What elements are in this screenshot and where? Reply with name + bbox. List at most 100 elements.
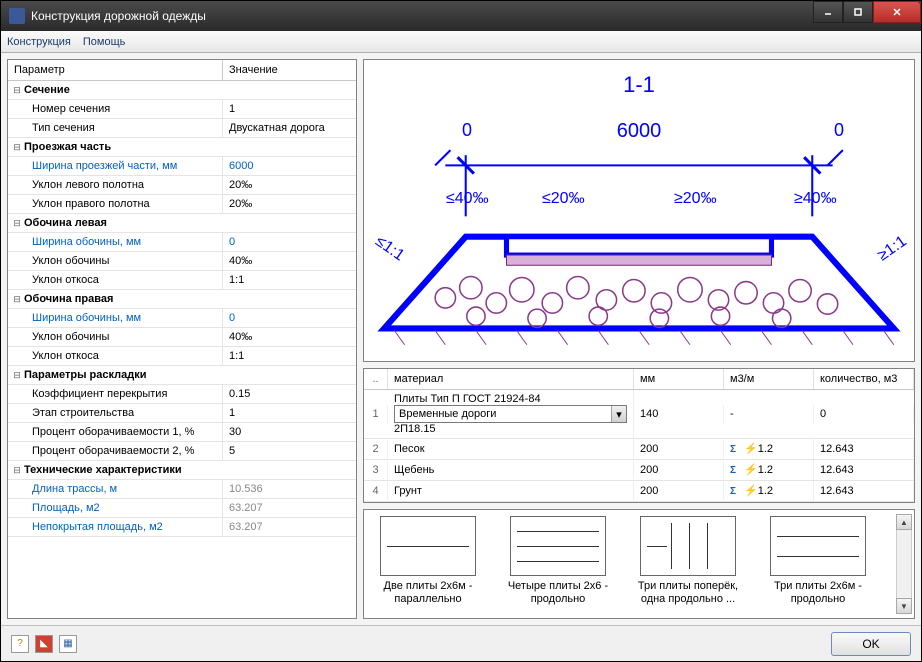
param-value[interactable]: 6000: [223, 157, 356, 175]
param-row[interactable]: Ширина обочины, мм0: [8, 309, 356, 328]
m3m-value[interactable]: Σ⚡1.2: [724, 481, 814, 501]
template-thumb: [380, 516, 476, 576]
param-value[interactable]: 30: [223, 423, 356, 441]
group-label: Обочина левая: [22, 214, 109, 232]
material-dropdown[interactable]: Временные дороги ▾: [394, 405, 627, 423]
scroll-down-icon[interactable]: ▼: [896, 598, 912, 614]
param-row[interactable]: Этап строительства1: [8, 404, 356, 423]
m3m-value[interactable]: Σ⚡1.2: [724, 460, 814, 480]
template-label: Две плиты 2х6м - параллельно: [368, 580, 488, 605]
param-row[interactable]: Процент оборачиваемости 2, %5: [8, 442, 356, 461]
collapse-icon[interactable]: ⊟: [8, 368, 22, 383]
param-value[interactable]: 10.536: [223, 480, 356, 498]
minimize-button[interactable]: [813, 1, 843, 23]
param-value[interactable]: 20‰: [223, 176, 356, 194]
collapse-icon[interactable]: ⊟: [8, 83, 22, 98]
param-name: Процент оборачиваемости 2, %: [8, 442, 223, 460]
mm-value[interactable]: 200: [634, 461, 724, 479]
col-mm: мм: [634, 369, 724, 389]
param-row[interactable]: Уклон обочины40‰: [8, 328, 356, 347]
param-value[interactable]: 1: [223, 404, 356, 422]
param-group[interactable]: ⊟Проезжая часть: [8, 138, 356, 157]
param-value[interactable]: 20‰: [223, 195, 356, 213]
param-value[interactable]: 1:1: [223, 347, 356, 365]
mm-value[interactable]: 200: [634, 440, 724, 458]
param-row[interactable]: Уклон откоса1:1: [8, 271, 356, 290]
param-name: Ширина обочины, мм: [8, 233, 223, 251]
maximize-button[interactable]: [843, 1, 873, 23]
help-icon[interactable]: ?: [11, 635, 29, 653]
param-group[interactable]: ⊟Параметры раскладки: [8, 366, 356, 385]
qty-value: 0: [814, 405, 914, 423]
ok-button[interactable]: OK: [831, 632, 911, 656]
param-body[interactable]: ⊟СечениеНомер сечения1Тип сеченияДвускат…: [8, 81, 356, 618]
param-row[interactable]: Площадь, м263.207: [8, 499, 356, 518]
menu-help[interactable]: Помощь: [83, 36, 126, 48]
param-value[interactable]: 40‰: [223, 328, 356, 346]
param-value[interactable]: 5: [223, 442, 356, 460]
collapse-icon[interactable]: ⊟: [8, 216, 22, 231]
group-label: Обочина правая: [22, 290, 115, 308]
param-col-value: Значение: [223, 60, 356, 80]
collapse-icon[interactable]: ⊟: [8, 292, 22, 307]
template-item[interactable]: Три плиты поперёк, одна продольно ...: [628, 516, 748, 605]
param-row[interactable]: Уклон откоса1:1: [8, 347, 356, 366]
tool-icon-1[interactable]: ◣: [35, 635, 53, 653]
scroll-track[interactable]: [896, 530, 912, 598]
qty-value: 12.643: [814, 461, 914, 479]
param-row[interactable]: Ширина обочины, мм0: [8, 233, 356, 252]
material-row[interactable]: 3Щебень200Σ⚡1.212.643: [364, 460, 914, 481]
param-value[interactable]: 40‰: [223, 252, 356, 270]
param-row[interactable]: Тип сеченияДвускатная дорога: [8, 119, 356, 138]
mm-value[interactable]: 140: [634, 405, 724, 423]
material-row-1[interactable]: 1 Плиты Тип П ГОСТ 21924-84 Временные до…: [364, 390, 914, 439]
param-row[interactable]: Ширина проезжей части, мм6000: [8, 157, 356, 176]
content-area: Параметр Значение ⊟СечениеНомер сечения1…: [1, 53, 921, 625]
chevron-down-icon[interactable]: ▾: [611, 406, 626, 422]
param-value[interactable]: 1: [223, 100, 356, 118]
menu-construction[interactable]: Конструкция: [7, 36, 71, 48]
template-item[interactable]: Три плиты 2х6м - продольно: [758, 516, 878, 605]
template-item[interactable]: Две плиты 2х6м - параллельно: [368, 516, 488, 605]
materials-header: .. материал мм м3/м количество, м3: [364, 369, 914, 390]
m3m-value[interactable]: Σ⚡1.2: [724, 439, 814, 459]
param-row[interactable]: Уклон обочины40‰: [8, 252, 356, 271]
template-item[interactable]: Четыре плиты 2х6 - продольно: [498, 516, 618, 605]
dropdown-value: Временные дороги: [395, 408, 611, 420]
material-row[interactable]: 4Грунт200Σ⚡1.212.643: [364, 481, 914, 502]
param-name: Уклон правого полотна: [8, 195, 223, 213]
param-value[interactable]: Двускатная дорога: [223, 119, 356, 137]
param-row[interactable]: Длина трассы, м10.536: [8, 480, 356, 499]
param-group[interactable]: ⊟Обочина правая: [8, 290, 356, 309]
param-row[interactable]: Уклон левого полотна20‰: [8, 176, 356, 195]
template-thumb: [510, 516, 606, 576]
param-value[interactable]: 63.207: [223, 518, 356, 536]
param-row[interactable]: Уклон правого полотна20‰: [8, 195, 356, 214]
section-svg: [374, 145, 904, 349]
tool-icon-2[interactable]: ▦: [59, 635, 77, 653]
param-name: Уклон левого полотна: [8, 176, 223, 194]
collapse-icon[interactable]: ⊟: [8, 463, 22, 478]
sigma-icon: Σ: [730, 465, 742, 477]
dim-zero-right: 0: [834, 120, 844, 141]
param-name: Номер сечения: [8, 100, 223, 118]
param-value[interactable]: 0: [223, 233, 356, 251]
scroll-up-icon[interactable]: ▲: [896, 514, 912, 530]
mm-value[interactable]: 200: [634, 482, 724, 500]
param-value[interactable]: 0: [223, 309, 356, 327]
param-group[interactable]: ⊟Обочина левая: [8, 214, 356, 233]
material-row[interactable]: 2Песок200Σ⚡1.212.643: [364, 439, 914, 460]
param-row[interactable]: Непокрытая площадь, м263.207: [8, 518, 356, 537]
collapse-icon[interactable]: ⊟: [8, 140, 22, 155]
templates-scrollbar[interactable]: ▲ ▼: [896, 514, 912, 614]
param-value[interactable]: 1:1: [223, 271, 356, 289]
param-name: Уклон откоса: [8, 347, 223, 365]
param-value[interactable]: 63.207: [223, 499, 356, 517]
param-row[interactable]: Номер сечения1: [8, 100, 356, 119]
param-group[interactable]: ⊟Технические характеристики: [8, 461, 356, 480]
param-value[interactable]: 0.15: [223, 385, 356, 403]
close-button[interactable]: [873, 1, 921, 23]
param-row[interactable]: Коэффициент перекрытия0.15: [8, 385, 356, 404]
param-row[interactable]: Процент оборачиваемости 1, %30: [8, 423, 356, 442]
param-group[interactable]: ⊟Сечение: [8, 81, 356, 100]
